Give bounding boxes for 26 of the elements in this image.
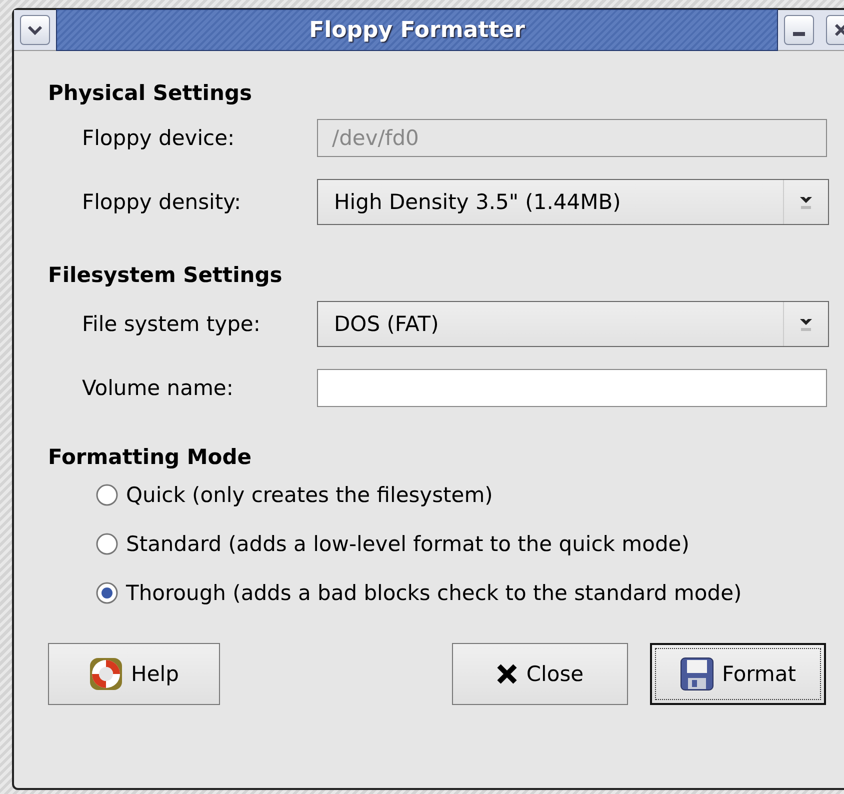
- dropdown[interactable]: DOS (FAT): [317, 301, 829, 347]
- minimize-button[interactable]: [784, 15, 814, 45]
- field-label: Volume name:: [82, 376, 234, 400]
- close-button[interactable]: Close: [452, 643, 628, 705]
- chevron-down-icon: [27, 25, 43, 35]
- radio-option[interactable]: Thorough (adds a bad blocks check to the standard mode): [96, 581, 742, 605]
- field-label: Floppy density:: [82, 190, 242, 214]
- help-button[interactable]: Help: [48, 643, 220, 705]
- field-label: Floppy device:: [82, 126, 236, 150]
- field-label: File system type:: [82, 312, 262, 336]
- radio-button[interactable]: [96, 533, 118, 555]
- dropdown[interactable]: High Density 3.5" (1.44MB): [317, 179, 829, 225]
- radio-button[interactable]: [96, 484, 118, 506]
- window-menu-button[interactable]: [20, 15, 50, 45]
- close-icon: [496, 663, 518, 685]
- format-button[interactable]: Format: [650, 643, 826, 705]
- text-field[interactable]: [317, 369, 827, 407]
- window-title: Floppy Formatter: [309, 18, 525, 42]
- radio-button[interactable]: [96, 582, 118, 604]
- radio-option[interactable]: Quick (only creates the filesystem): [96, 483, 493, 507]
- lifebuoy-icon: [89, 657, 124, 691]
- section-heading: Filesystem Settings: [48, 263, 284, 287]
- minimize-icon: [793, 32, 805, 36]
- section-heading: Physical Settings: [48, 81, 253, 105]
- radio-option[interactable]: Standard (adds a low-level format to the quick mode): [96, 532, 690, 556]
- section-heading: Formatting Mode: [48, 445, 252, 469]
